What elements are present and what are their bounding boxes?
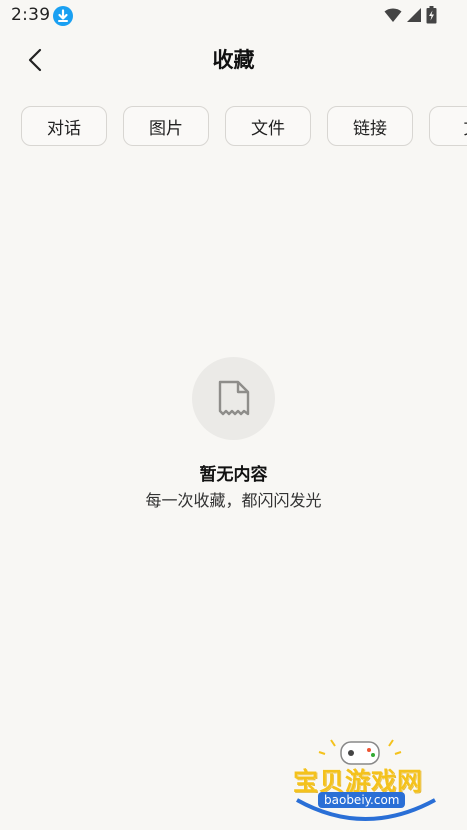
tab-links[interactable]: 链接: [327, 106, 413, 146]
status-icons: [384, 6, 437, 28]
page-title: 收藏: [212, 48, 255, 72]
favorites-screen: 2:39 收藏 对话 图片 文件 链接 暂无内容 每一次收藏，都闪闪发光 宝贝游…: [0, 0, 467, 830]
status-bar: 2:39: [0, 0, 467, 32]
empty-state-icon: [192, 357, 275, 440]
watermark-logo: 宝贝游戏网 baobeiy.com: [285, 738, 445, 826]
filter-tabs: 对话 图片 文件 链接 文: [21, 106, 467, 146]
empty-state-subtitle: 每一次收藏，都闪闪发光: [145, 491, 322, 510]
document-icon: [218, 380, 249, 415]
wifi-icon: [384, 7, 402, 27]
battery-icon: [426, 6, 437, 28]
tab-files[interactable]: 文件: [225, 106, 311, 146]
signal-icon: [406, 7, 422, 27]
status-time: 2:39: [11, 5, 51, 25]
tab-more[interactable]: 文: [429, 106, 467, 146]
download-icon: [53, 6, 73, 26]
empty-state-title: 暂无内容: [199, 465, 268, 485]
tab-images[interactable]: 图片: [123, 106, 209, 146]
watermark-url: baobeiy.com: [318, 792, 406, 808]
tab-conversation[interactable]: 对话: [21, 106, 107, 146]
